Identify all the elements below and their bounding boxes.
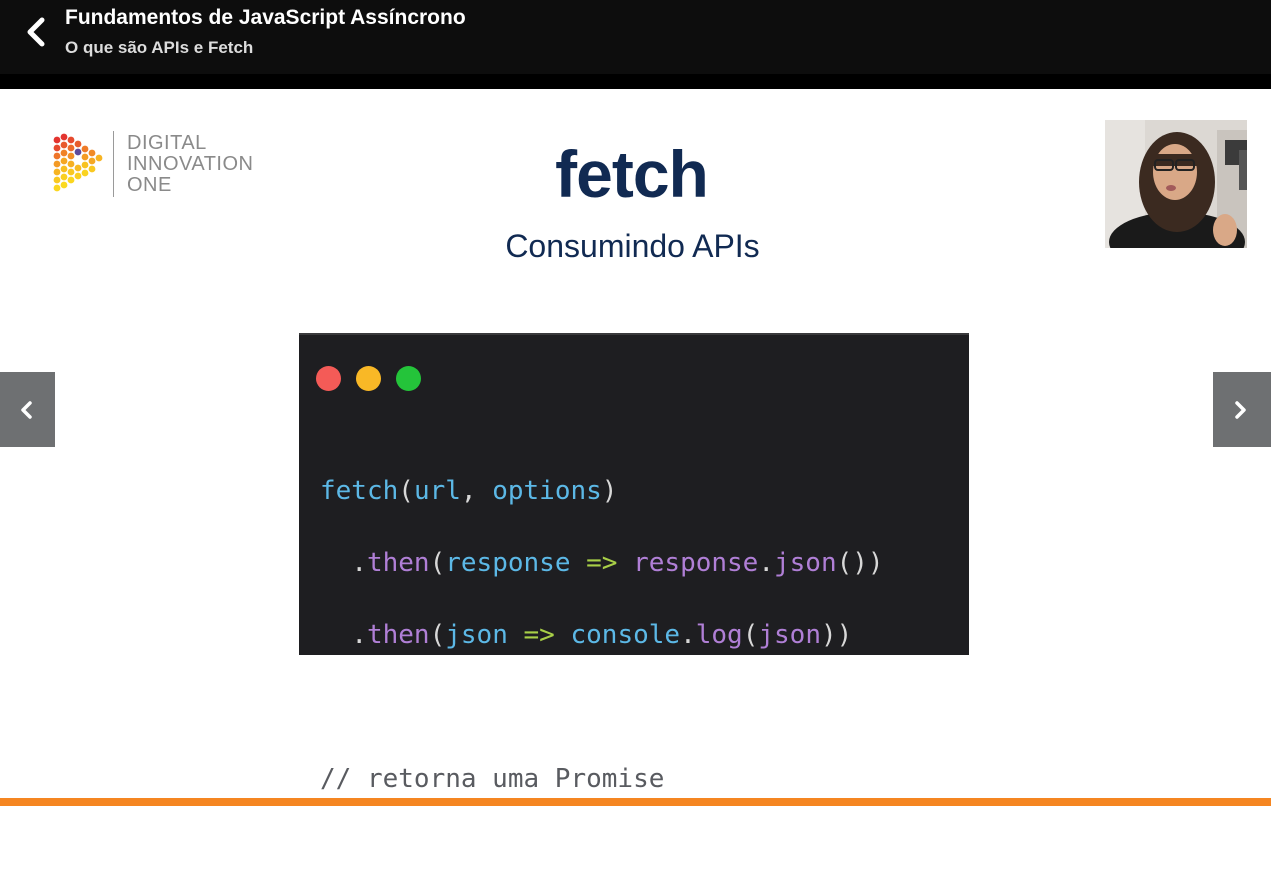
- window-close-dot-icon: [316, 366, 341, 391]
- code-token: =>: [507, 620, 571, 650]
- code-token: options: [492, 476, 602, 506]
- code-token: response: [633, 548, 759, 578]
- window-maximize-dot-icon: [396, 366, 421, 391]
- code-token: ,: [460, 476, 493, 506]
- code-token: .: [758, 548, 774, 578]
- code-token: json: [445, 620, 508, 650]
- top-bar: Fundamentos de JavaScript Assíncrono O q…: [0, 0, 1271, 74]
- code-comment: // retorna uma Promise: [320, 761, 884, 797]
- code-token: console: [570, 620, 681, 650]
- code-token: ()): [836, 548, 884, 578]
- code-token: )): [820, 620, 853, 650]
- previous-slide-button[interactable]: [0, 372, 55, 447]
- code-token: .: [680, 620, 696, 650]
- code-window: fetch(url, options) .then(response => re…: [299, 333, 969, 794]
- code-token: (: [742, 620, 759, 650]
- window-minimize-dot-icon: [356, 366, 381, 391]
- bottom-accent-bar: [0, 798, 1271, 806]
- code-token: .: [351, 620, 367, 650]
- code-token: json: [774, 548, 837, 578]
- code-token: (: [429, 620, 446, 650]
- code-line-3: .then(json => console.log(json)): [320, 617, 884, 653]
- chevron-left-icon: [27, 17, 45, 47]
- slide-title: fetch: [555, 137, 709, 211]
- code-token: (: [429, 548, 446, 578]
- code-token: url: [413, 476, 461, 506]
- slide-subtitle: Consumindo APIs: [505, 228, 760, 264]
- chevron-left-icon: [21, 401, 32, 419]
- code-token: .: [351, 548, 367, 578]
- code-token: =>: [570, 548, 634, 578]
- code-token: then: [366, 620, 430, 650]
- next-slide-button[interactable]: [1213, 372, 1271, 447]
- code-token: response: [445, 548, 571, 578]
- code-line-1: fetch(url, options): [320, 473, 884, 509]
- code-token: json: [758, 620, 821, 650]
- code-token: ): [601, 476, 618, 506]
- presenter-webcam: [1105, 120, 1247, 248]
- code-token: fetch: [320, 476, 399, 506]
- chevron-right-icon: [1235, 401, 1246, 419]
- course-title: Fundamentos de JavaScript Assíncrono: [65, 6, 466, 29]
- presenter-image: [1105, 120, 1247, 248]
- code-token: log: [695, 620, 743, 650]
- code-token: then: [366, 548, 430, 578]
- code-line-2: .then(response => response.json()): [320, 545, 884, 581]
- code-token: (: [398, 476, 414, 506]
- header-divider: [0, 74, 1271, 89]
- lesson-title: O que são APIs e Fetch: [65, 38, 254, 57]
- code-token: // retorna uma Promise: [320, 764, 665, 794]
- back-button[interactable]: [20, 14, 56, 50]
